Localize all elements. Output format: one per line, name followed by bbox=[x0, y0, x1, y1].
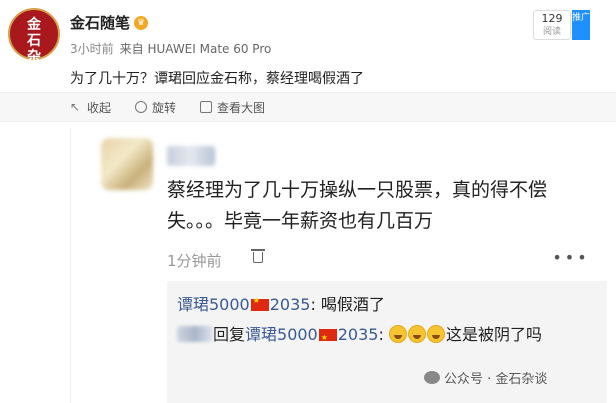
post-header: 金 石 杂 谈 金石随笔 ♛ 3小时前 来自 HUAWEI Mate 60 Pr… bbox=[0, 0, 616, 90]
author-avatar[interactable]: 金 石 杂 谈 bbox=[8, 8, 60, 81]
avatar-char: 杂 bbox=[27, 49, 41, 65]
collapse-label: 收起 bbox=[87, 100, 112, 115]
replier-name-blurred bbox=[177, 326, 213, 342]
rotate-label: 旋转 bbox=[152, 100, 177, 115]
wechat-icon bbox=[424, 371, 440, 384]
watermark: 公众号 · 金石杂谈 bbox=[424, 368, 547, 387]
avatar-char: 谈 bbox=[27, 65, 41, 81]
reply-user[interactable]: 谭珺5000 bbox=[177, 295, 250, 314]
laugh-cry-emoji-icon bbox=[426, 325, 445, 343]
more-button[interactable]: ••• bbox=[551, 248, 591, 270]
reply-user-suffix[interactable]: 2035 bbox=[270, 295, 311, 314]
post-time: 3小时前 bbox=[70, 42, 114, 56]
china-flag-icon bbox=[250, 296, 269, 311]
laugh-cry-emoji-icon bbox=[407, 325, 426, 343]
author-name[interactable]: 金石随笔 ♛ bbox=[70, 12, 149, 33]
comment-screenshot: 蔡经理为了几十万操纵一只股票，真的得不偿失。。。毕竟一年薪资也有几百万 1分钟前… bbox=[70, 128, 616, 403]
reply-item[interactable]: 回复谭珺50002035: 这是被阴了吗 bbox=[177, 323, 597, 350]
reply-target-user[interactable]: 谭珺5000 bbox=[245, 325, 318, 344]
trash-icon[interactable] bbox=[251, 248, 265, 264]
reply-item[interactable]: 谭珺5000 2035: 喝假酒了 bbox=[177, 291, 385, 315]
collapse-button[interactable]: ↖ 收起 bbox=[70, 99, 111, 116]
rotate-icon bbox=[135, 101, 148, 113]
avatar-char: 金 bbox=[27, 17, 41, 33]
reply-text: : 喝假酒了 bbox=[310, 295, 385, 314]
image-action-bar: ↖ 收起 旋转 查看大图 bbox=[0, 92, 616, 122]
avatar-char: 石 bbox=[27, 33, 41, 49]
read-label: 阅读 bbox=[542, 27, 561, 37]
read-counter: 129 阅读 bbox=[533, 10, 571, 40]
view-large-button[interactable]: 查看大图 bbox=[200, 99, 265, 116]
trash-lid bbox=[251, 249, 265, 251]
trash-can bbox=[253, 252, 263, 263]
commenter-avatar bbox=[101, 138, 153, 190]
reply-target-suffix[interactable]: 2035 bbox=[338, 325, 379, 344]
crown-icon: ♛ bbox=[134, 15, 149, 30]
magnify-icon bbox=[200, 101, 213, 113]
read-count: 129 bbox=[541, 12, 563, 25]
collapse-icon: ↖ bbox=[70, 100, 81, 114]
china-flag-icon bbox=[318, 326, 337, 350]
rotate-button[interactable]: 旋转 bbox=[135, 99, 176, 116]
author-name-text[interactable]: 金石随笔 bbox=[70, 12, 130, 33]
watermark-text: 公众号 · 金石杂谈 bbox=[444, 372, 548, 387]
reply-text: 这是被阴了吗 bbox=[445, 325, 542, 344]
comment-text: 蔡经理为了几十万操纵一只股票，真的得不偿失。。。毕竟一年薪资也有几百万 bbox=[167, 179, 548, 232]
laugh-cry-emoji-icon bbox=[388, 325, 407, 343]
view-large-label: 查看大图 bbox=[217, 100, 266, 115]
post-source: 来自 HUAWEI Mate 60 Pro bbox=[119, 42, 272, 56]
post-text: 为了几十万？谭珺回应金石称，蔡经理喝假酒了 bbox=[70, 71, 364, 87]
post-meta: 3小时前 来自 HUAWEI Mate 60 Pro bbox=[70, 40, 271, 57]
commenter-name-blurred bbox=[167, 146, 215, 166]
comment-time: 1分钟前 bbox=[167, 252, 222, 270]
promo-button[interactable]: 推广 bbox=[572, 10, 590, 40]
reply-word: 回复 bbox=[213, 325, 246, 344]
